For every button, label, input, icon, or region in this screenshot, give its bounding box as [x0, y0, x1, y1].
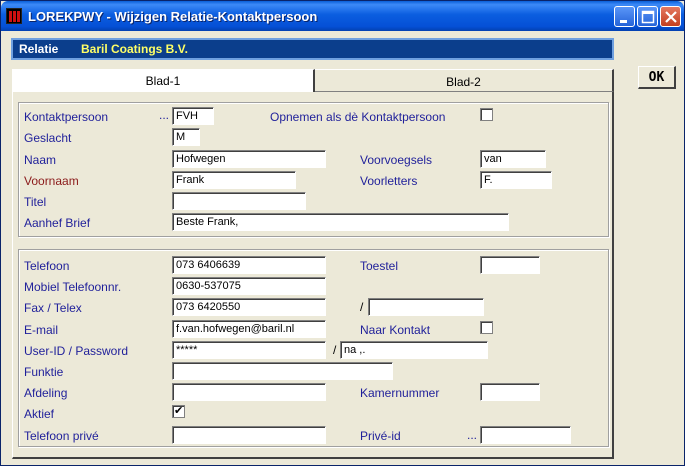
kontaktpersoon-label: Kontaktpersoon [24, 110, 109, 124]
relatie-banner: Relatie Baril Coatings B.V. [11, 38, 614, 60]
email-field[interactable]: f.van.hofwegen@baril.nl [172, 320, 326, 338]
tab-blad-1[interactable]: Blad-1 [12, 69, 315, 92]
window-title: LOREKPWY - Wijzigen Relatie-Kontaktperso… [28, 9, 318, 24]
fax-extra-field[interactable] [368, 298, 484, 316]
maximize-button[interactable] [637, 6, 658, 27]
relatie-label: Relatie [19, 42, 59, 56]
voorletters-label: Voorletters [360, 174, 418, 188]
userid-field[interactable]: ***** [172, 341, 326, 359]
kamernummer-label: Kamernummer [360, 386, 440, 400]
afdeling-field[interactable] [172, 383, 326, 401]
fax-label: Fax / Telex [24, 301, 82, 315]
kontaktpersoon-field[interactable]: FVH [172, 107, 214, 125]
naar-kontakt-checkbox[interactable] [480, 321, 493, 334]
toestel-label: Toestel [360, 259, 399, 273]
minimize-icon [620, 20, 627, 23]
titel-label: Titel [24, 195, 47, 209]
aanhef-field[interactable]: Beste Frank, [172, 213, 509, 231]
userid-separator: / [333, 343, 337, 357]
voornaam-field[interactable]: Frank [172, 171, 296, 189]
fax-separator: / [360, 300, 364, 314]
fax-field[interactable]: 073 6420550 [172, 298, 326, 316]
password-field[interactable]: na ,. [340, 341, 488, 359]
relatie-value: Baril Coatings B.V. [81, 42, 188, 56]
dialog-window: LOREKPWY - Wijzigen Relatie-Kontaktperso… [0, 0, 685, 466]
voorletters-field[interactable]: F. [480, 171, 552, 189]
telefoon-prive-label: Telefoon privé [24, 429, 99, 443]
opnemen-checkbox[interactable] [480, 108, 493, 121]
tab-blad-2[interactable]: Blad-2 [315, 69, 614, 92]
prive-id-label: Privé-id [360, 429, 401, 443]
ok-button[interactable]: OK [638, 66, 676, 89]
telefoon-prive-field[interactable] [172, 426, 326, 444]
geslacht-field[interactable]: M [172, 128, 200, 146]
prive-id-lookup[interactable]: ... [467, 428, 477, 442]
opnemen-label: Opnemen als dè Kontaktpersoon [270, 110, 446, 124]
titel-field[interactable] [172, 192, 306, 210]
mobiel-label: Mobiel Telefoonnr. [24, 280, 122, 294]
funktie-label: Funktie [24, 365, 64, 379]
telefoon-label: Telefoon [24, 259, 70, 273]
minimize-button[interactable] [614, 6, 635, 27]
userid-label: User-ID / Password [24, 344, 129, 358]
kontaktpersoon-lookup[interactable]: ... [159, 108, 169, 122]
app-icon[interactable] [6, 8, 22, 24]
telefoon-field[interactable]: 073 6406639 [172, 256, 326, 274]
naam-field[interactable]: Hofwegen [172, 150, 326, 168]
toestel-field[interactable] [480, 256, 540, 274]
aanhef-label: Aanhef Brief [24, 216, 91, 230]
voorvoegsels-label: Voorvoegsels [360, 153, 433, 167]
aktief-checkbox[interactable] [172, 404, 185, 418]
afdeling-label: Afdeling [24, 386, 68, 400]
title-bar[interactable]: LOREKPWY - Wijzigen Relatie-Kontaktperso… [1, 1, 684, 31]
geslacht-label: Geslacht [24, 131, 72, 145]
kamernummer-field[interactable] [480, 383, 540, 401]
maximize-icon [641, 10, 655, 24]
voornaam-label: Voornaam [24, 174, 79, 188]
funktie-field[interactable] [172, 362, 393, 380]
close-button[interactable] [660, 6, 681, 27]
prive-id-field[interactable] [480, 426, 571, 444]
mobiel-field[interactable]: 0630-537075 [172, 277, 326, 295]
close-icon [665, 11, 677, 23]
naar-kontakt-label: Naar Kontakt [360, 323, 431, 337]
naam-label: Naam [24, 153, 57, 167]
email-label: E-mail [24, 323, 59, 337]
voorvoegsels-field[interactable]: van [480, 150, 546, 168]
aktief-label: Aktief [24, 407, 55, 421]
